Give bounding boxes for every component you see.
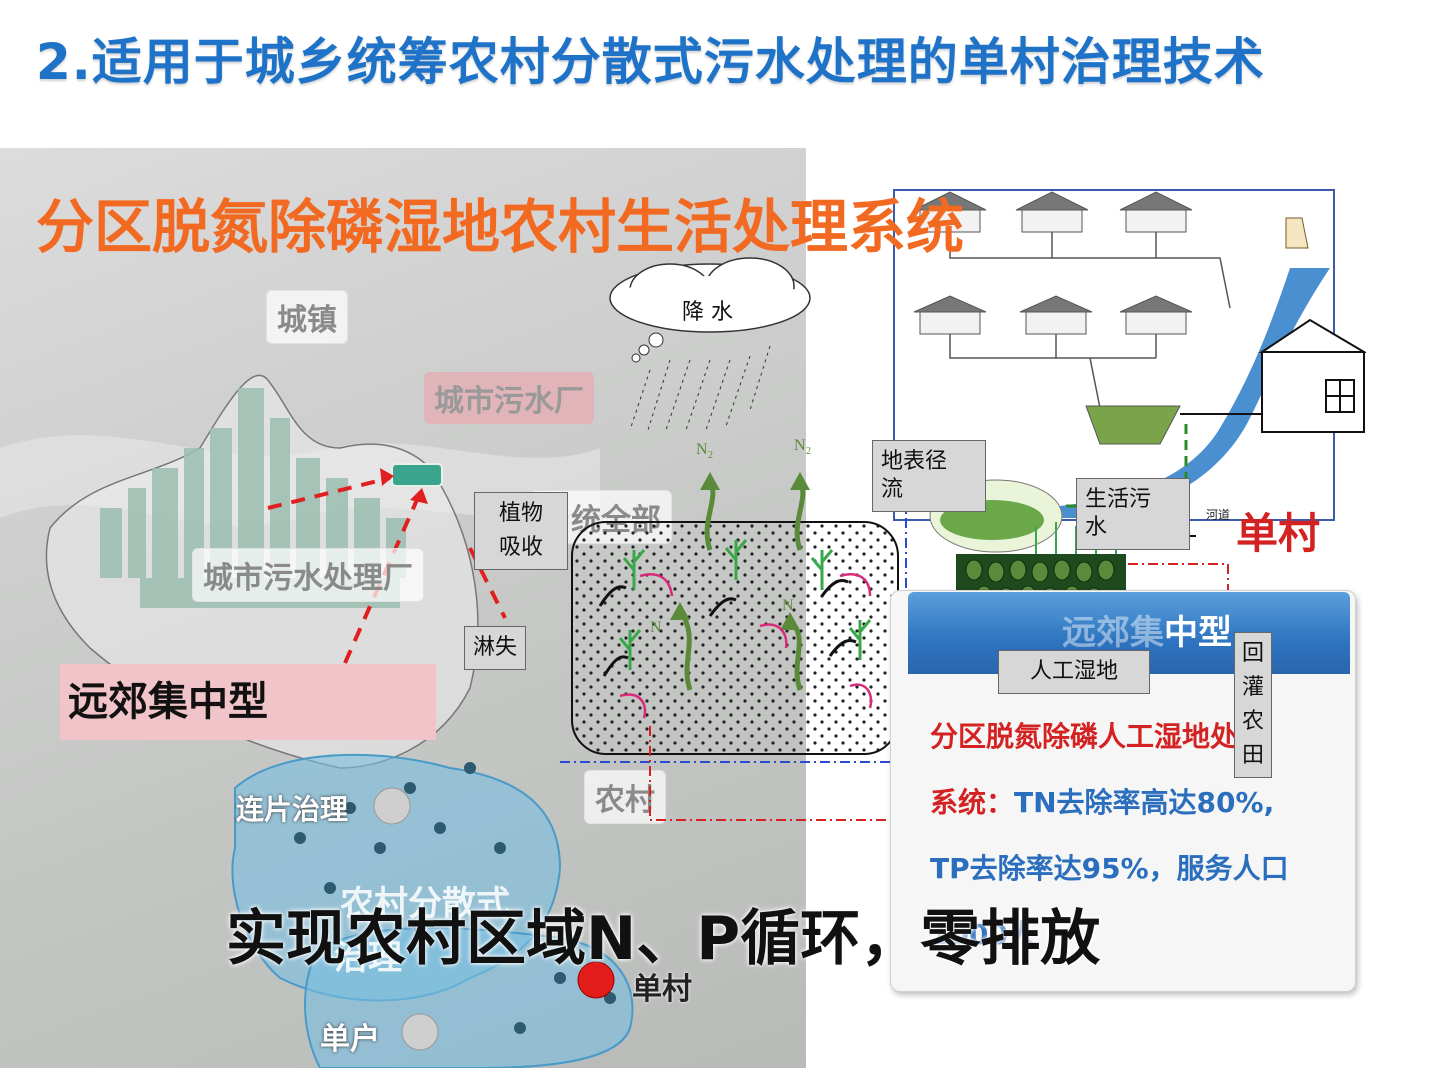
plant-uptake-line1: 植物: [498, 501, 543, 526]
label-plant-uptake: 植物 吸收: [474, 492, 568, 570]
label-constructed-wetland: 人工湿地: [998, 650, 1150, 694]
label-town: 城镇: [266, 290, 348, 344]
n2-label-b: N: [794, 437, 806, 454]
panel-line-2-red: 系统：: [930, 786, 1015, 819]
n2-sub-b: 2: [806, 446, 811, 457]
process-diagram: N 2 N 2 N N: [560, 257, 936, 821]
n2-label-d: N: [782, 597, 794, 614]
label-leaching: 淋失: [464, 626, 527, 670]
label-irrigation: 回 灌 农 田: [1234, 632, 1272, 778]
subtitle: 分区脱氮除磷湿地农村生活处理系统: [36, 193, 965, 261]
irrigation-char-4: 田: [1241, 743, 1264, 768]
label-rain: 降 水: [682, 300, 733, 325]
label-surface-runoff: 地表径 流: [872, 440, 986, 512]
contiguous-dot: [373, 787, 411, 825]
single-household-dot: [401, 1013, 439, 1051]
panel-line-1: 分区脱氮除磷人工湿地处理: [930, 720, 1267, 753]
treatment-plant-icon: [391, 463, 443, 487]
n2-sub-a: 2: [708, 450, 713, 461]
label-contiguous: 连片治理: [236, 793, 349, 826]
n2-label-c: N: [650, 619, 662, 636]
panel-line-2-blue: TN去除率高达80%,: [1014, 786, 1275, 819]
rain-lines: [629, 345, 771, 431]
label-river: 河道: [1206, 508, 1231, 522]
n2-label-a: N: [696, 441, 708, 458]
panel-header-text: 中型: [1164, 613, 1232, 653]
irrigation-char-1: 回: [1241, 641, 1264, 666]
page-title: 2.适用于城乡统筹农村分散式污水处理的单村治理技术: [36, 33, 1265, 91]
label-domestic-sewage: 生活污 水: [1076, 478, 1190, 550]
irrigation-char-2: 灌: [1241, 675, 1264, 700]
bottom-caption: 实现农村区域N、P循环，零排放: [226, 904, 1101, 974]
panel-header-partial: 远郊集: [1062, 613, 1164, 653]
label-single-village: 单村: [1236, 509, 1321, 558]
plant-uptake-line2: 吸收: [498, 535, 543, 560]
irrigation-char-3: 农: [1241, 709, 1264, 734]
label-city-treatment-plant: 城市污水处理厂: [192, 548, 424, 602]
label-suburban-centralized: 远郊集中型: [60, 664, 436, 740]
label-single-household: 单户: [320, 1022, 380, 1057]
